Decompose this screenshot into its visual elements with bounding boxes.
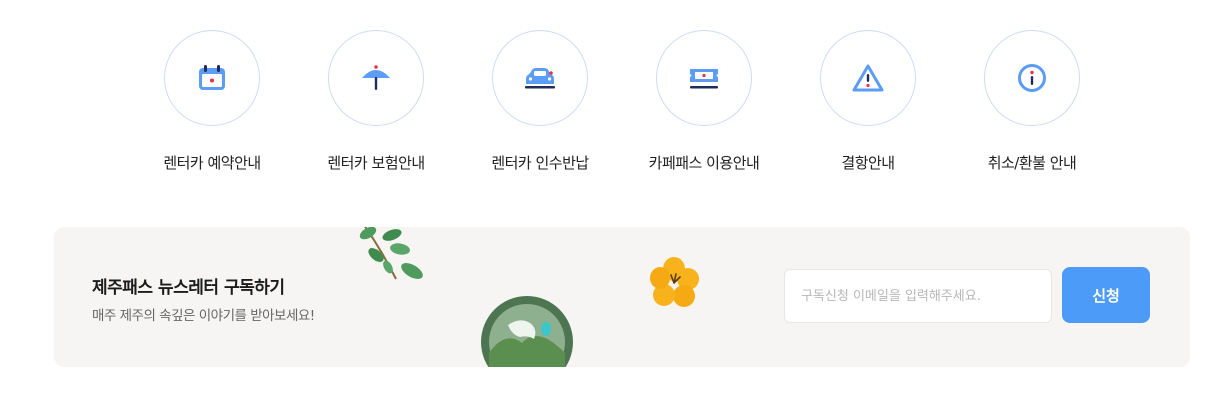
guide-label: 카페패스 이용안내 bbox=[648, 154, 760, 172]
guide-circle bbox=[656, 30, 752, 126]
calendar-icon bbox=[199, 65, 225, 90]
guide-circle bbox=[492, 30, 588, 126]
yellow-flower-illustration bbox=[650, 257, 699, 307]
guide-label: 렌터카 보험안내 bbox=[327, 154, 425, 172]
newsletter-section: 제주패스 뉴스레터 구독하기 매주 제주의 속깊은 이야기를 받아보세요! 신청 bbox=[54, 227, 1190, 367]
ticket-icon bbox=[690, 69, 718, 89]
guide-item-flight-cancellation[interactable]: 결항안내 bbox=[793, 30, 943, 173]
newsletter-subscribe-button[interactable]: 신청 bbox=[1062, 267, 1150, 323]
car-icon bbox=[525, 68, 555, 89]
info-icon bbox=[1018, 64, 1046, 92]
guide-circle bbox=[328, 30, 424, 126]
newsletter-title: 제주패스 뉴스레터 구독하기 bbox=[92, 278, 285, 298]
guide-item-rental-reservation[interactable]: 렌터카 예약안내 bbox=[137, 30, 287, 173]
guide-label: 렌터카 인수반납 bbox=[491, 154, 589, 172]
guide-item-rental-pickup-return[interactable]: 렌터카 인수반납 bbox=[465, 30, 615, 173]
guide-item-cafepass-usage[interactable]: 카페패스 이용안내 bbox=[629, 30, 779, 173]
guide-circle bbox=[164, 30, 260, 126]
guide-menu: 렌터카 예약안내 렌터카 보험안내 렌터카 인수반납 카페패스 이용안내 결항안… bbox=[0, 0, 1228, 200]
guide-item-rental-insurance[interactable]: 렌터카 보험안내 bbox=[301, 30, 451, 173]
guide-label: 렌터카 예약안내 bbox=[163, 154, 261, 172]
guide-label: 결항안내 bbox=[841, 154, 895, 172]
guide-circle bbox=[820, 30, 916, 126]
newsletter-subtitle: 매주 제주의 속깊은 이야기를 받아보세요! bbox=[92, 308, 315, 324]
newsletter-email-input[interactable] bbox=[784, 269, 1052, 323]
umbrella-icon bbox=[362, 65, 390, 90]
guide-label: 취소/환불 안내 bbox=[987, 154, 1077, 172]
leaf-branch-illustration bbox=[359, 227, 423, 280]
guide-item-cancel-refund[interactable]: 취소/환불 안내 bbox=[957, 30, 1107, 173]
warning-icon bbox=[852, 64, 884, 92]
guide-circle bbox=[984, 30, 1080, 126]
membership-badge-illustration bbox=[481, 296, 573, 367]
